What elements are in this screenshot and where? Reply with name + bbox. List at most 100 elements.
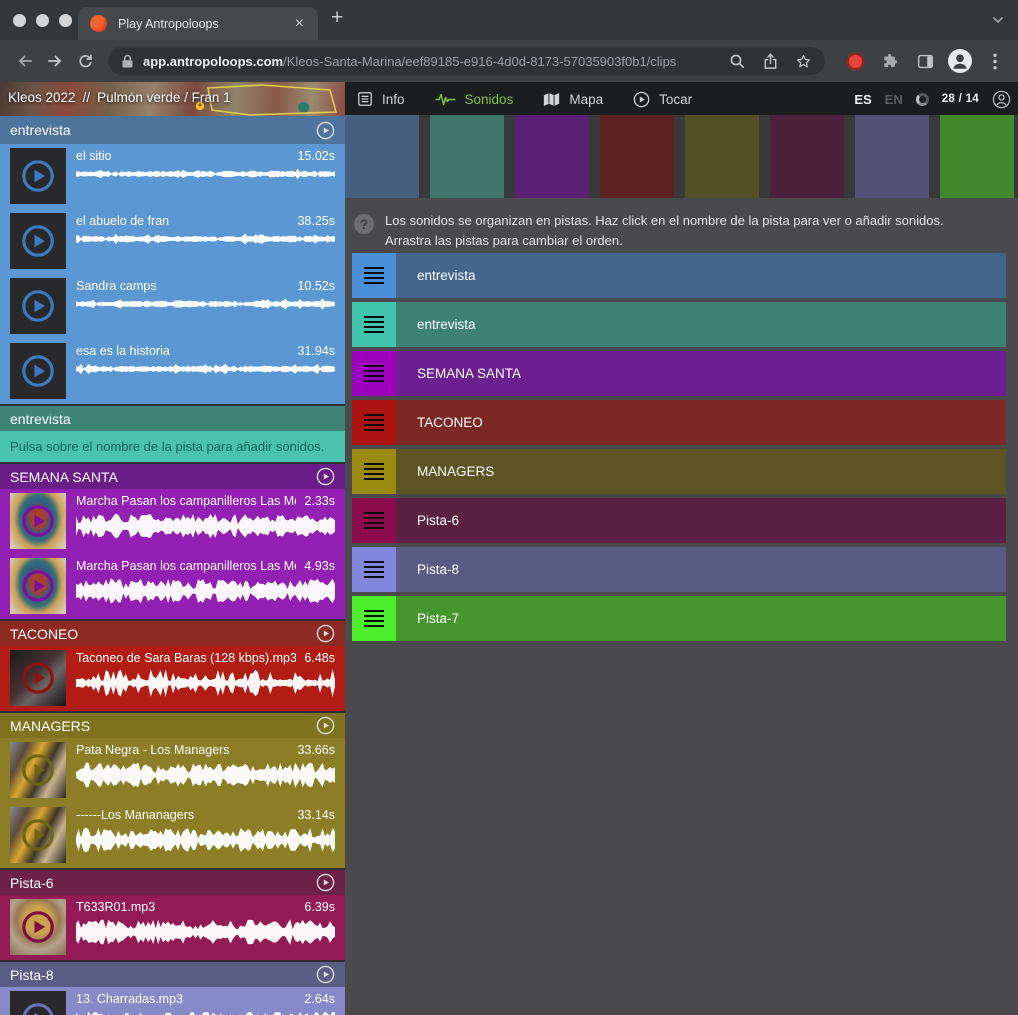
track-name[interactable]: Pista-6 <box>10 875 54 891</box>
play-clip-icon[interactable] <box>20 503 56 539</box>
track-color-swatch[interactable] <box>855 115 929 198</box>
clip[interactable]: Marcha Pasan los campanilleros Las Mejor… <box>0 489 345 554</box>
browser-tab[interactable]: Play Antropoloops × <box>78 7 318 40</box>
address-bar[interactable]: app.antropoloops.com/Kleos-Santa-Marina/… <box>108 47 825 75</box>
track-header[interactable]: SEMANA SANTA <box>0 464 345 489</box>
play-clip-icon[interactable] <box>20 288 56 324</box>
track-name[interactable]: SEMANA SANTA <box>10 469 118 485</box>
profile-avatar-icon[interactable] <box>947 48 973 74</box>
track-row[interactable]: entrevista <box>352 253 1006 298</box>
track-name[interactable]: Pista-8 <box>10 967 54 983</box>
clip[interactable]: Pata Negra - Los Managers33.66s <box>0 738 345 803</box>
clip-thumbnail[interactable] <box>10 650 66 706</box>
account-icon[interactable] <box>992 90 1011 109</box>
clip-thumbnail[interactable] <box>10 213 66 269</box>
track-color-swatch[interactable] <box>600 115 674 198</box>
drag-handle-icon[interactable] <box>352 596 396 641</box>
play-track-icon[interactable] <box>316 624 335 643</box>
clip-thumbnail[interactable] <box>10 148 66 204</box>
drag-handle-icon[interactable] <box>352 253 396 298</box>
play-clip-icon[interactable] <box>20 223 56 259</box>
clip[interactable]: T633R01.mp36.39s <box>0 895 345 960</box>
track-row[interactable]: Pista-7 <box>352 596 1006 641</box>
back-icon[interactable] <box>10 46 40 76</box>
share-icon[interactable] <box>763 53 778 70</box>
track-row[interactable]: entrevista <box>352 302 1006 347</box>
track-row[interactable]: TACONEO <box>352 400 1006 445</box>
clip-thumbnail[interactable] <box>10 742 66 798</box>
track-header[interactable]: TACONEO <box>0 621 345 646</box>
bookmark-star-icon[interactable] <box>795 53 812 70</box>
clip[interactable]: esa es la historia31.94s <box>0 339 345 404</box>
forward-icon[interactable] <box>40 46 70 76</box>
minimize-window-icon[interactable] <box>36 14 49 27</box>
track-row-label[interactable]: Pista-7 <box>396 596 459 641</box>
track-header[interactable]: Pista-8 <box>0 962 345 987</box>
clip[interactable]: ------Los Mananagers33.14s <box>0 803 345 868</box>
clip-thumbnail[interactable] <box>10 899 66 955</box>
clip-thumbnail[interactable] <box>10 991 66 1015</box>
track-header[interactable]: MANAGERS <box>0 713 345 738</box>
nav-mapa[interactable]: Mapa <box>543 92 603 107</box>
drag-handle-icon[interactable] <box>352 498 396 543</box>
track-name[interactable]: entrevista <box>10 122 71 138</box>
drag-handle-icon[interactable] <box>352 449 396 494</box>
reload-icon[interactable] <box>70 46 100 76</box>
tab-search-chevron-icon[interactable] <box>991 13 1005 32</box>
lang-en[interactable]: EN <box>885 92 903 107</box>
track-header[interactable]: entrevista <box>0 406 345 431</box>
play-track-icon[interactable] <box>316 121 335 140</box>
breadcrumb[interactable]: Kleos 2022//Pulmón verde / Fran 1 <box>8 90 231 105</box>
extensions-puzzle-icon[interactable] <box>877 52 903 70</box>
clip[interactable]: 13. Charradas.mp32.64s <box>0 987 345 1015</box>
play-clip-icon[interactable] <box>20 752 56 788</box>
drag-handle-icon[interactable] <box>352 351 396 396</box>
drag-handle-icon[interactable] <box>352 547 396 592</box>
nav-tocar[interactable]: Tocar <box>633 91 692 108</box>
clip-thumbnail[interactable] <box>10 807 66 863</box>
new-tab-button[interactable]: + <box>331 6 343 30</box>
drag-handle-icon[interactable] <box>352 302 396 347</box>
track-row[interactable]: MANAGERS <box>352 449 1006 494</box>
track-name[interactable]: TACONEO <box>10 626 78 642</box>
play-clip-icon[interactable] <box>20 660 56 696</box>
track-header[interactable]: entrevista <box>0 116 345 144</box>
track-row-label[interactable]: Pista-8 <box>396 547 459 592</box>
clip[interactable]: el abuelo de fran38.25s <box>0 209 345 274</box>
drag-handle-icon[interactable] <box>352 400 396 445</box>
track-row-label[interactable]: SEMANA SANTA <box>396 351 521 396</box>
clip[interactable]: Taconeo de Sara Baras (128 kbps).mp36.48… <box>0 646 345 711</box>
play-clip-icon[interactable] <box>20 909 56 945</box>
track-name[interactable]: MANAGERS <box>10 718 90 734</box>
clip[interactable]: el sitio15.02s <box>0 144 345 209</box>
clip[interactable]: Marcha Pasan los campanilleros Las Mejor… <box>0 554 345 619</box>
nav-sonidos[interactable]: Sonidos <box>435 92 514 107</box>
browser-menu-icon[interactable] <box>982 53 1008 70</box>
clip-thumbnail[interactable] <box>10 493 66 549</box>
track-row[interactable]: Pista-6 <box>352 498 1006 543</box>
play-clip-icon[interactable] <box>20 1001 56 1015</box>
clip-thumbnail[interactable] <box>10 343 66 399</box>
clip-thumbnail[interactable] <box>10 278 66 334</box>
track-color-swatch[interactable] <box>940 115 1014 198</box>
lang-es[interactable]: ES <box>854 92 871 107</box>
track-row[interactable]: SEMANA SANTA <box>352 351 1006 396</box>
record-icon[interactable] <box>842 55 868 68</box>
play-clip-icon[interactable] <box>20 817 56 853</box>
window-controls[interactable] <box>13 14 72 27</box>
track-color-swatch[interactable] <box>345 115 419 198</box>
clip-thumbnail[interactable] <box>10 558 66 614</box>
nav-info[interactable]: Info <box>357 91 405 107</box>
play-track-icon[interactable] <box>316 965 335 984</box>
tab-close-icon[interactable]: × <box>293 16 306 32</box>
play-clip-icon[interactable] <box>20 158 56 194</box>
track-row-label[interactable]: entrevista <box>396 253 476 298</box>
track-color-swatch[interactable] <box>515 115 589 198</box>
track-row[interactable]: Pista-8 <box>352 547 1006 592</box>
track-color-swatch[interactable] <box>430 115 504 198</box>
track-row-label[interactable]: Pista-6 <box>396 498 459 543</box>
play-clip-icon[interactable] <box>20 568 56 604</box>
clip[interactable]: Sandra camps10.52s <box>0 274 345 339</box>
zoom-icon[interactable] <box>729 53 746 70</box>
breadcrumb-project[interactable]: Kleos 2022 <box>8 90 76 105</box>
